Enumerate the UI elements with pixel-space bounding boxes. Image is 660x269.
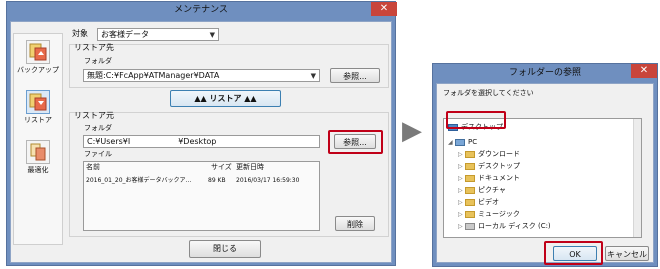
drive-icon [465,222,475,230]
vertical-scrollbar[interactable] [633,119,641,237]
restore-destination-title: リストア先 [74,43,114,52]
folder-icon [465,210,475,218]
tree-item-label: デスクトップ [478,162,520,170]
optimize-icon [30,143,46,161]
table-row[interactable]: 2016_01_20_お客様データバックア... 89 KB 2016/03/1… [85,177,318,187]
dialog-client: フォルダを選択してください デスクトップ ◢ PC ▷ ダウンロード ▷ デスクトップ… [436,83,654,265]
tree-item-label: PC [468,138,478,146]
highlight-box [544,241,603,265]
column-name[interactable]: 名前 [86,164,100,171]
column-modified[interactable]: 更新日時 [236,164,264,171]
tree-item-label: ドキュメント [478,174,520,182]
dialog-prompt: フォルダを選択してください [443,89,534,97]
folder-icon [465,162,475,170]
tree-item-downloads[interactable]: ▷ ダウンロード [458,149,520,160]
file-modified: 2016/03/17 16:59:30 [236,177,300,184]
title-bar[interactable]: メンテナンス ✕ [7,2,397,21]
tree-item-desktop[interactable]: ▷ デスクトップ [458,161,520,172]
target-select-value: お客様データ [101,30,149,39]
destination-folder-select[interactable]: 無題:C:¥FcApp¥ATManager¥DATA ▼ [83,69,320,82]
folder-icon [465,150,475,158]
tree-item-pc[interactable]: ◢ PC [448,137,477,148]
folder-icon [465,186,475,194]
folder-icon [465,198,475,206]
sidebar-label-optimize: 最適化 [27,166,49,174]
column-size[interactable]: サイズ [211,164,232,171]
target-label: 対象 [72,29,88,38]
source-folder-label: フォルダ [84,124,112,132]
tree-item-local-disk[interactable]: ▷ ローカル ディスク (C:) [458,221,551,232]
expand-arrow-icon: ▷ [458,175,463,182]
tree-item-label: ピクチャ [478,186,506,194]
restore-icon [29,93,47,111]
expand-arrow-icon: ◢ [448,139,453,146]
source-file-label: ファイル [84,150,112,158]
delete-button[interactable]: 削除 [335,216,375,231]
destination-browse-button[interactable]: 参照... [330,68,380,83]
highlight-box [328,130,383,154]
close-icon[interactable]: ✕ [631,64,657,78]
restore-source-group: リストア元 フォルダ C:¥Users¥I ¥Desktop 参照... ファイ… [69,112,389,237]
window-client: バックアップ リストア 最適化 対象 お客様データ ▼ リストア先 フォルダ 無… [10,21,392,263]
computer-icon [455,138,465,146]
tree-item-videos[interactable]: ▷ ビデオ [458,197,499,208]
backup-icon [29,43,47,61]
close-button[interactable]: 閉じる [189,240,261,258]
expand-arrow-icon: ▷ [458,199,463,206]
restore-destination-group: リストア先 フォルダ 無題:C:¥FcApp¥ATManager¥DATA ▼ … [69,44,389,88]
close-icon[interactable]: ✕ [371,2,397,16]
source-folder-field[interactable]: C:¥Users¥I ¥Desktop [83,135,320,148]
file-size: 89 KB [208,177,226,184]
highlight-box [446,111,506,129]
window-title: メンテナンス [174,5,228,15]
file-name: 2016_01_20_お客様データバックア... [86,177,192,184]
folder-tree[interactable]: デスクトップ ◢ PC ▷ ダウンロード ▷ デスクトップ ▷ ドキュメント ▷ ピクチャ… [443,118,642,238]
tree-item-music[interactable]: ▷ ミュージック [458,209,520,220]
tree-item-label: ローカル ディスク (C:) [478,222,551,230]
destination-folder-label: フォルダ [84,57,112,65]
browse-dialog: フォルダーの参照 ✕ フォルダを選択してください デスクトップ ◢ PC ▷ ダウン… [432,63,658,267]
sidebar: バックアップ リストア 最適化 [13,33,63,245]
arrow-icon: ▶ [402,116,422,146]
tree-item-documents[interactable]: ▷ ドキュメント [458,173,520,184]
file-list[interactable]: 名前 サイズ 更新日時 2016_01_20_お客様データバックア... 89 … [83,161,320,231]
sidebar-item-backup[interactable] [26,40,50,64]
sidebar-item-optimize[interactable] [26,140,50,164]
expand-arrow-icon: ▷ [458,223,463,230]
sidebar-item-restore[interactable] [26,90,50,114]
restore-source-title: リストア元 [74,111,114,120]
expand-arrow-icon: ▷ [458,151,463,158]
dialog-title-bar[interactable]: フォルダーの参照 ✕ [433,64,657,83]
tree-item-label: ダウンロード [478,150,520,158]
maintenance-window: メンテナンス ✕ バックアップ リストア 最適化 対象 お客様データ ▼ リスト… [6,1,397,266]
expand-arrow-icon: ▷ [458,187,463,194]
expand-arrow-icon: ▷ [458,163,463,170]
chevron-down-icon: ▼ [310,72,316,80]
expand-arrow-icon: ▷ [458,211,463,218]
tree-item-label: ビデオ [478,198,499,206]
folder-icon [465,174,475,182]
cancel-button[interactable]: キャンセル [605,246,649,261]
sidebar-label-restore: リストア [24,116,52,124]
destination-folder-value: 無題:C:¥FcApp¥ATManager¥DATA [87,71,220,80]
target-select[interactable]: お客様データ ▼ [97,28,219,41]
tree-item-pictures[interactable]: ▷ ピクチャ [458,185,506,196]
tree-item-label: ミュージック [478,210,520,218]
chevron-down-icon: ▼ [209,31,215,39]
restore-button[interactable]: ▲▲ リストア ▲▲ [170,90,281,107]
sidebar-label-backup: バックアップ [17,66,59,74]
dialog-title: フォルダーの参照 [508,68,581,78]
